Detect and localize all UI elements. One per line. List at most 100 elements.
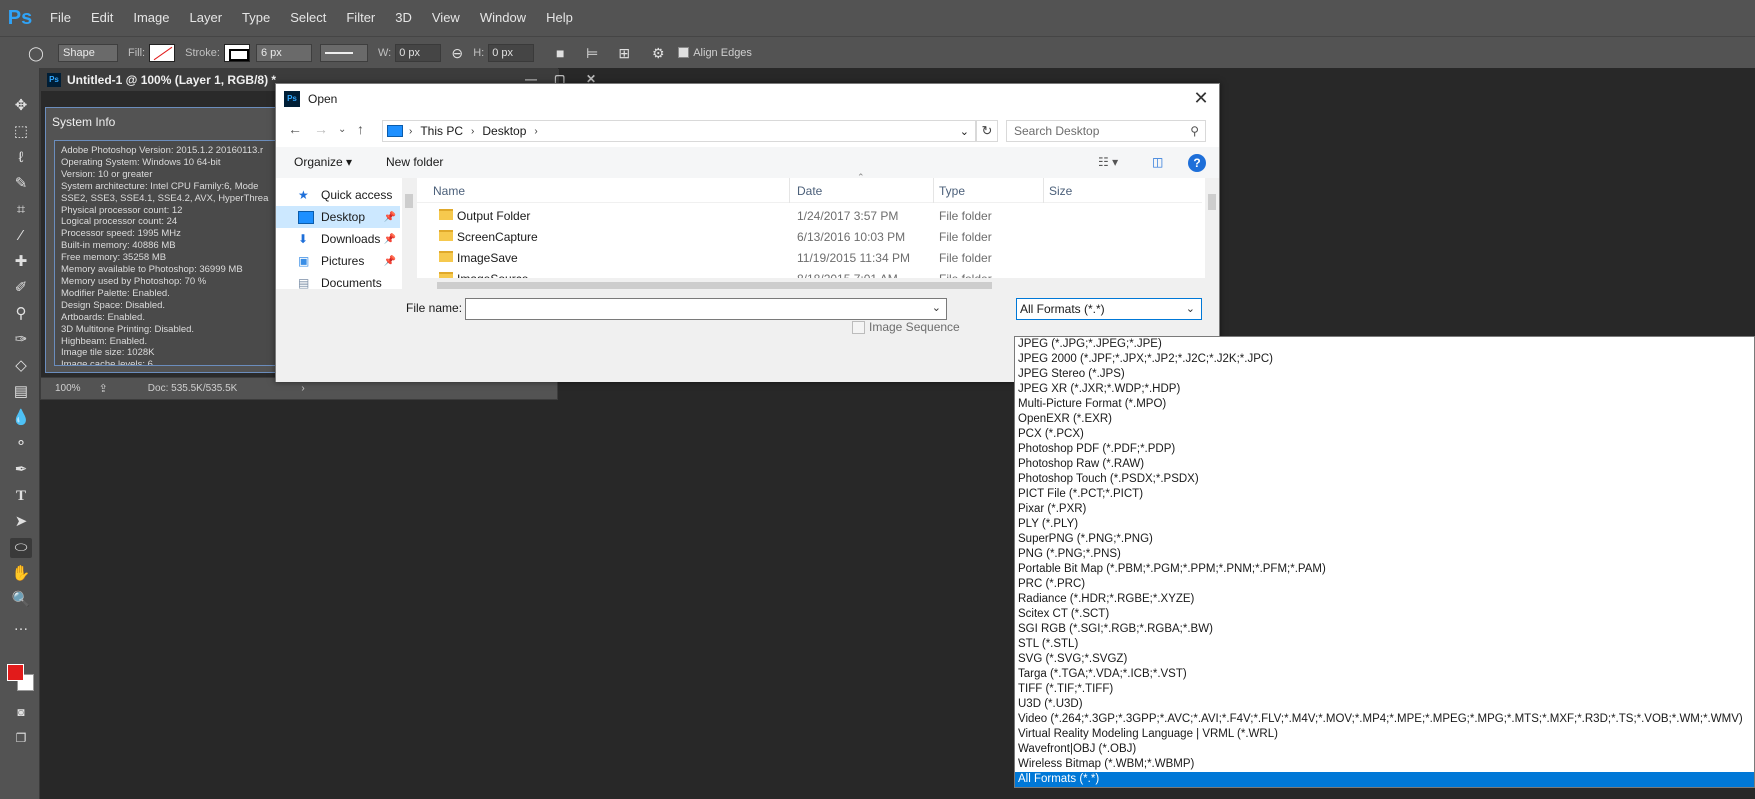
- format-option[interactable]: JPEG XR (*.JXR;*.WDP;*.HDP): [1015, 382, 1754, 397]
- format-option[interactable]: JPEG 2000 (*.JPF;*.JPX;*.JP2;*.J2C;*.J2K…: [1015, 352, 1754, 367]
- format-option[interactable]: Scitex CT (*.SCT): [1015, 607, 1754, 622]
- hand-tool-icon[interactable]: ✋: [10, 564, 32, 584]
- tool-mode-select[interactable]: Shape: [58, 43, 118, 62]
- dialog-close-button[interactable]: ✕: [1189, 86, 1213, 110]
- quick-selection-tool-icon[interactable]: ✎: [10, 174, 32, 194]
- height-input[interactable]: 0 px: [488, 43, 535, 62]
- ellipse-tool-icon[interactable]: ⬭: [10, 538, 32, 558]
- link-icon[interactable]: ⊖: [449, 45, 465, 61]
- forward-arrow-icon[interactable]: →: [314, 121, 328, 137]
- path-alignment-icon[interactable]: ⊨: [584, 45, 600, 61]
- image-sequence-checkbox[interactable]: [852, 320, 865, 334]
- file-row[interactable]: ImageSave 11/19/2015 11:34 PM File folder: [417, 247, 1202, 268]
- quick-mask-icon[interactable]: ◙: [10, 702, 32, 722]
- fill-swatch[interactable]: [149, 43, 176, 62]
- path-arrangement-icon[interactable]: ⊞: [616, 45, 632, 61]
- screen-mode-icon[interactable]: ❐: [10, 728, 32, 748]
- path-selection-tool-icon[interactable]: ➤: [10, 512, 32, 532]
- format-option[interactable]: Photoshop PDF (*.PDF;*.PDP): [1015, 442, 1754, 457]
- format-option[interactable]: STL (*.STL): [1015, 637, 1754, 652]
- column-name[interactable]: Name: [433, 184, 465, 198]
- nav-item-downloads[interactable]: ⬇ Downloads 📌: [276, 228, 400, 250]
- move-tool-icon[interactable]: ✥: [10, 96, 32, 116]
- path-operations-icon[interactable]: ■: [552, 45, 568, 61]
- help-icon[interactable]: ?: [1188, 154, 1206, 172]
- column-size[interactable]: Size: [1049, 184, 1072, 198]
- pin-icon[interactable]: 📌: [384, 256, 396, 267]
- format-option[interactable]: PRC (*.PRC): [1015, 577, 1754, 592]
- pin-icon[interactable]: 📌: [384, 234, 396, 245]
- format-option[interactable]: U3D (*.U3D): [1015, 697, 1754, 712]
- format-option[interactable]: SGI RGB (*.SGI;*.RGB;*.RGBA;*.BW): [1015, 622, 1754, 637]
- format-option[interactable]: Multi-Picture Format (*.MPO): [1015, 397, 1754, 412]
- recent-locations-icon[interactable]: ⌄: [338, 124, 346, 135]
- stroke-size-select[interactable]: 6 px: [255, 43, 312, 62]
- width-input[interactable]: 0 px: [395, 43, 442, 62]
- format-option[interactable]: Video (*.264;*.3GP;*.3GPP;*.AVC;*.AVI;*.…: [1015, 712, 1754, 727]
- eyedropper-tool-icon[interactable]: ⁄: [10, 226, 32, 246]
- foreground-color-swatch[interactable]: [7, 664, 24, 681]
- menu-window[interactable]: Window: [470, 0, 536, 36]
- zoom-tool-icon[interactable]: 🔍: [10, 590, 32, 610]
- lasso-tool-icon[interactable]: ℓ: [10, 148, 32, 168]
- menu-layer[interactable]: Layer: [180, 0, 233, 36]
- menu-type[interactable]: Type: [232, 0, 280, 36]
- back-arrow-icon[interactable]: ←: [288, 121, 302, 137]
- address-dropdown-icon[interactable]: ⌄: [960, 125, 969, 138]
- address-bar[interactable]: › This PC › Desktop › ⌄: [382, 120, 976, 142]
- align-edges-checkbox[interactable]: [678, 47, 690, 58]
- file-list-scrollbar[interactable]: [1205, 178, 1219, 289]
- search-input[interactable]: Search Desktop ⚲: [1006, 120, 1206, 142]
- format-option[interactable]: PLY (*.PLY): [1015, 517, 1754, 532]
- view-options-icon[interactable]: ☷ ▾: [1098, 155, 1118, 169]
- menu-file[interactable]: File: [40, 0, 81, 36]
- menu-image[interactable]: Image: [123, 0, 179, 36]
- brush-tool-icon[interactable]: ✐: [10, 278, 32, 298]
- format-option[interactable]: Portable Bit Map (*.PBM;*.PGM;*.PPM;*.PN…: [1015, 562, 1754, 577]
- type-tool-icon[interactable]: T: [10, 486, 32, 506]
- nav-item-quick-access[interactable]: ★ Quick access: [276, 184, 400, 206]
- gradient-tool-icon[interactable]: ▤: [10, 382, 32, 402]
- format-option[interactable]: Photoshop Touch (*.PSDX;*.PSDX): [1015, 472, 1754, 487]
- more-tools-icon[interactable]: …: [10, 616, 32, 636]
- format-option[interactable]: Virtual Reality Modeling Language | VRML…: [1015, 727, 1754, 742]
- format-option[interactable]: Wavefront|OBJ (*.OBJ): [1015, 742, 1754, 757]
- file-name-input[interactable]: ⌄: [465, 298, 947, 320]
- breadcrumb-desktop[interactable]: Desktop: [482, 124, 526, 138]
- format-option[interactable]: Targa (*.TGA;*.VDA;*.ICB;*.VST): [1015, 667, 1754, 682]
- clone-stamp-tool-icon[interactable]: ⚲: [10, 304, 32, 324]
- format-option[interactable]: All Formats (*.*): [1015, 772, 1754, 787]
- dodge-tool-icon[interactable]: ⚬: [10, 434, 32, 454]
- menu-3d[interactable]: 3D: [385, 0, 422, 36]
- refresh-button[interactable]: ↻: [976, 120, 998, 142]
- organize-button[interactable]: Organize ▾: [294, 155, 352, 169]
- chevron-down-icon[interactable]: ⌄: [932, 301, 941, 314]
- file-format-select[interactable]: All Formats (*.*) ⌄: [1016, 298, 1202, 320]
- format-option[interactable]: Pixar (*.PXR): [1015, 502, 1754, 517]
- nav-item-desktop[interactable]: Desktop 📌: [276, 206, 400, 228]
- menu-edit[interactable]: Edit: [81, 0, 123, 36]
- format-option[interactable]: SVG (*.SVG;*.SVGZ): [1015, 652, 1754, 667]
- menu-help[interactable]: Help: [536, 0, 583, 36]
- format-option[interactable]: SuperPNG (*.PNG;*.PNG): [1015, 532, 1754, 547]
- blur-tool-icon[interactable]: 💧: [10, 408, 32, 428]
- file-row[interactable]: Output Folder 1/24/2017 3:57 PM File folde…: [417, 205, 1202, 226]
- gear-icon[interactable]: ⚙: [650, 45, 666, 61]
- format-option[interactable]: Wireless Bitmap (*.WBM;*.WBMP): [1015, 757, 1754, 772]
- column-date[interactable]: Date: [797, 184, 822, 198]
- pen-tool-icon[interactable]: ✒: [10, 460, 32, 480]
- preview-pane-icon[interactable]: ◫: [1152, 155, 1163, 169]
- column-type[interactable]: Type: [939, 184, 965, 198]
- crop-tool-icon[interactable]: ⌗: [10, 200, 32, 220]
- share-icon[interactable]: ⇪: [99, 382, 108, 395]
- healing-brush-tool-icon[interactable]: ✚: [10, 252, 32, 272]
- pin-icon[interactable]: 📌: [384, 212, 396, 223]
- stroke-type-select[interactable]: [319, 43, 368, 62]
- menu-select[interactable]: Select: [280, 0, 336, 36]
- format-option[interactable]: OpenEXR (*.EXR): [1015, 412, 1754, 427]
- menu-filter[interactable]: Filter: [336, 0, 385, 36]
- format-option[interactable]: PCX (*.PCX): [1015, 427, 1754, 442]
- format-option[interactable]: Photoshop Raw (*.RAW): [1015, 457, 1754, 472]
- nav-item-pictures[interactable]: ▣ Pictures 📌: [276, 250, 400, 272]
- up-arrow-icon[interactable]: ↑: [357, 121, 364, 137]
